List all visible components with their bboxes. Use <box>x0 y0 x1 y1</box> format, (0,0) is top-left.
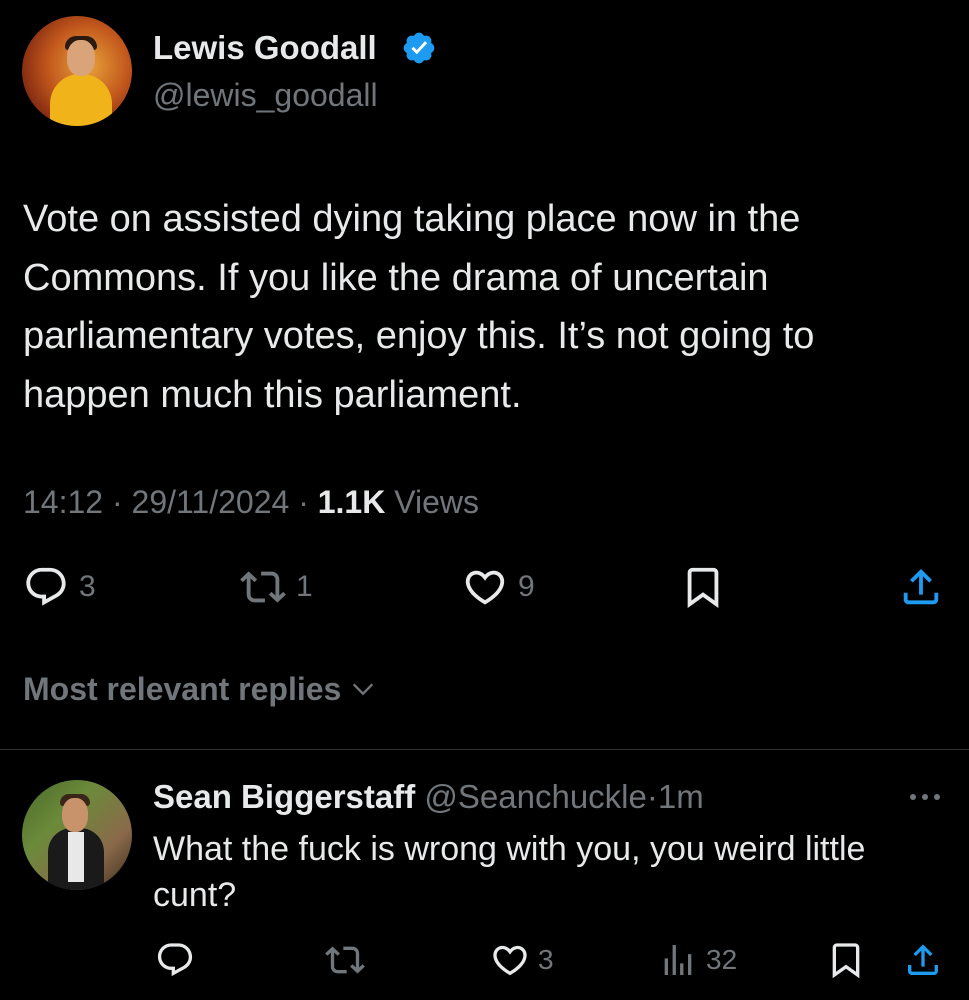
reply-header: Sean Biggerstaff @Seanchuckle·1m <box>153 777 704 817</box>
speech-bubble-icon <box>26 567 66 606</box>
more-dots-icon[interactable] <box>905 782 945 812</box>
reply-views-count: 32 <box>706 944 738 975</box>
speech-bubble-icon <box>157 943 193 977</box>
reply-count: 3 <box>79 570 96 603</box>
tweet-text: Vote on assisted dying taking place now … <box>23 198 815 416</box>
reply-author-handle[interactable]: @Seanchuckle <box>424 778 646 815</box>
views-label: Views <box>394 484 479 520</box>
heart-icon <box>465 570 505 605</box>
reply-reply-button[interactable] <box>155 940 195 980</box>
repost-arrows-icon <box>325 946 365 974</box>
bookmark-icon <box>832 943 860 979</box>
like-button[interactable]: 9 <box>462 564 535 610</box>
reply-views-button[interactable]: 32 <box>658 940 737 980</box>
share-upload-icon <box>903 568 939 605</box>
reply-bookmark-button[interactable] <box>826 940 866 980</box>
reply-button[interactable]: 3 <box>23 564 96 610</box>
reply-like-button[interactable]: 3 <box>490 940 554 980</box>
replies-sort-dropdown[interactable]: Most relevant replies <box>23 669 377 709</box>
bar-chart-icon <box>664 945 692 975</box>
reply-share-button[interactable] <box>903 940 943 980</box>
repost-arrows-icon <box>240 571 286 603</box>
reply-author-name[interactable]: Sean Biggerstaff <box>153 778 415 815</box>
share-button[interactable] <box>898 564 944 610</box>
bookmark-icon <box>687 567 719 608</box>
tweet-time[interactable]: 14:12 <box>23 484 103 520</box>
repost-button[interactable]: 1 <box>240 564 313 610</box>
reply-text: What the fuck is wrong with you, you wei… <box>153 830 866 914</box>
reply-avatar[interactable] <box>22 780 132 890</box>
heart-icon <box>493 945 527 976</box>
verified-badge-icon <box>403 32 435 64</box>
author-avatar[interactable] <box>22 16 132 126</box>
bookmark-button[interactable] <box>680 564 726 610</box>
reply-time[interactable]: 1m <box>658 778 704 815</box>
author-name[interactable]: Lewis Goodall <box>153 28 377 68</box>
views-count: 1.1K <box>317 484 386 520</box>
tweet-meta: 14:12 · 29/11/2024 · 1.1K Views <box>23 482 479 522</box>
sort-label: Most relevant replies <box>23 671 342 707</box>
author-handle[interactable]: @lewis_goodall <box>153 76 378 114</box>
share-upload-icon <box>908 944 938 975</box>
tweet-date[interactable]: 29/11/2024 <box>132 484 290 520</box>
reply-like-count: 3 <box>538 944 554 975</box>
repost-count: 1 <box>296 570 313 603</box>
reply-separator: · <box>646 778 658 815</box>
chevron-down-icon <box>353 683 374 696</box>
meta-separator: · <box>298 484 309 520</box>
divider <box>0 749 969 750</box>
meta-separator: · <box>111 484 123 520</box>
reply-repost-button[interactable] <box>325 940 365 980</box>
like-count: 9 <box>518 570 535 603</box>
